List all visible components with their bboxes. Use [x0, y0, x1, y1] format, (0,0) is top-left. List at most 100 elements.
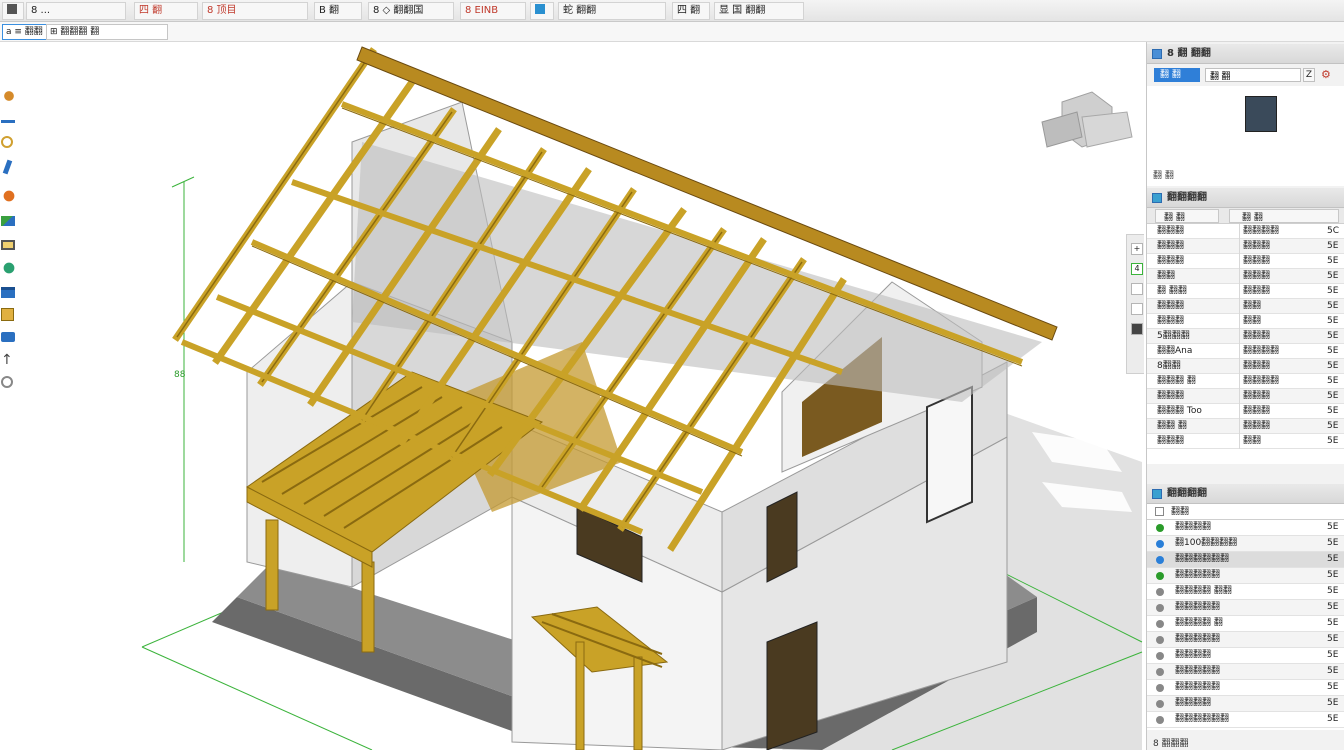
navigation-strip: + 4: [1126, 234, 1144, 374]
property-row[interactable]: 翻翻翻翻翻5E: [1147, 314, 1344, 329]
component-name: 翻翻翻翻 翻翻: [1175, 586, 1232, 596]
toolbar-open-button[interactable]: 8 ...: [26, 2, 126, 20]
filter-checkbox[interactable]: [1155, 507, 1164, 516]
nav-fit-button[interactable]: [1131, 283, 1143, 295]
component-name: 翻翻翻翻: [1175, 650, 1212, 660]
component-type-icon: [1156, 588, 1164, 596]
3d-viewport[interactable]: 88 + 4: [22, 42, 1144, 750]
property-value: 翻翻翻翻: [1239, 374, 1319, 389]
library-search-input[interactable]: [1205, 68, 1301, 82]
toolbar-render-button[interactable]: 8 EINB: [460, 2, 526, 20]
toolbar-file-button[interactable]: [2, 2, 24, 20]
toolbar-save-button[interactable]: 四 翻: [134, 2, 198, 20]
property-row[interactable]: 翻翻翻翻翻5E: [1147, 434, 1344, 449]
component-type-icon: [1156, 652, 1164, 660]
component-row[interactable]: 翻翻翻翻翻翻 5E: [1147, 712, 1344, 728]
door-icon[interactable]: [1, 284, 17, 300]
property-row[interactable]: 翻翻 翻 翻翻翻 5E: [1147, 419, 1344, 434]
component-row[interactable]: 翻翻翻翻翻 5E: [1147, 632, 1344, 648]
properties-header-value[interactable]: 翻 翻: [1229, 209, 1339, 223]
globe-icon[interactable]: [1, 260, 17, 276]
component-row[interactable]: 翻翻翻翻翻翻 5E: [1147, 552, 1344, 568]
component-name: 翻翻翻翻翻: [1175, 602, 1221, 612]
property-row[interactable]: 5翻翻翻 翻翻翻 5E: [1147, 329, 1344, 344]
property-row[interactable]: 8翻翻 翻翻翻 5E: [1147, 359, 1344, 374]
property-row[interactable]: 翻翻翻翻翻5E: [1147, 299, 1344, 314]
component-row[interactable]: 翻翻翻翻翻 5E: [1147, 600, 1344, 616]
component-name: 翻100翻翻翻翻: [1175, 538, 1238, 548]
property-row[interactable]: 翻翻翻 翻翻翻翻 5C: [1147, 224, 1344, 239]
orbit-icon[interactable]: [1, 376, 13, 388]
component-name: 翻翻翻翻: [1175, 698, 1212, 708]
component-extra: 5E: [1327, 666, 1339, 676]
toolbar-edit-button[interactable]: 8 顶目: [202, 2, 308, 20]
property-extra: 5E: [1327, 331, 1339, 341]
property-extra: 5E: [1327, 436, 1339, 446]
toolbar-blue-button[interactable]: [530, 2, 554, 20]
component-extra: 5E: [1327, 570, 1339, 580]
component-row[interactable]: 翻翻翻翻 5E: [1147, 520, 1344, 536]
window-icon[interactable]: [1, 306, 17, 322]
component-type-icon: [1156, 684, 1164, 692]
component-extra: 5E: [1327, 586, 1339, 596]
component-extra: 5E: [1327, 634, 1339, 644]
library-clear-button[interactable]: Z: [1303, 68, 1315, 82]
pencil-icon[interactable]: [1, 159, 17, 176]
property-row[interactable]: 翻翻翻翻翻5E: [1147, 269, 1344, 284]
object-icon[interactable]: [1, 328, 17, 344]
library-tab-button[interactable]: 翻 翻: [1154, 68, 1200, 82]
nav-orbit-button[interactable]: [1131, 303, 1143, 315]
beam-icon[interactable]: [1, 114, 17, 130]
component-row[interactable]: 翻翻翻翻翻 5E: [1147, 664, 1344, 680]
component-row[interactable]: 翻翻翻翻 翻 5E: [1147, 616, 1344, 632]
nav-zoom-button[interactable]: +: [1131, 243, 1143, 255]
property-extra: 5E: [1327, 406, 1339, 416]
component-type-icon: [1156, 556, 1164, 564]
component-type-icon: [1156, 668, 1164, 676]
stair-icon[interactable]: [1, 212, 17, 228]
property-row[interactable]: 翻翻翻 翻翻翻 5E: [1147, 254, 1344, 269]
property-extra: 5E: [1327, 286, 1339, 296]
roof-icon[interactable]: [1, 188, 17, 204]
wall-icon[interactable]: [1, 88, 17, 104]
component-row[interactable]: 翻翻翻翻翻 5E: [1147, 680, 1344, 696]
property-row[interactable]: 翻翻翻 翻 翻翻翻翻 5E: [1147, 374, 1344, 389]
component-row[interactable]: 翻翻翻翻 5E: [1147, 648, 1344, 664]
nav-pan-button[interactable]: 4: [1131, 263, 1143, 275]
property-extra: 5E: [1327, 316, 1339, 326]
property-row[interactable]: 翻 翻翻 翻翻翻 5E: [1147, 284, 1344, 299]
properties-header-name[interactable]: 翻 翻: [1155, 209, 1219, 223]
component-row[interactable]: 翻翻翻翻 5E: [1147, 696, 1344, 712]
component-row[interactable]: 翻翻翻翻翻 5E: [1147, 568, 1344, 584]
arrow-icon[interactable]: ↑: [1, 352, 17, 368]
property-name: 翻翻翻: [1157, 391, 1185, 401]
toolbar-layer-button[interactable]: B 翻: [314, 2, 362, 20]
property-row[interactable]: 翻翻Ana 翻翻翻翻 5E: [1147, 344, 1344, 359]
property-row[interactable]: 翻翻翻 Too 翻翻翻 5E: [1147, 404, 1344, 419]
property-name: 翻翻翻: [1157, 316, 1185, 326]
component-type-icon: [1156, 716, 1164, 724]
property-extra: 5E: [1327, 256, 1339, 266]
toolbar-tools-button[interactable]: 蛇 翻翻: [558, 2, 666, 20]
nav-walk-button[interactable]: [1131, 323, 1143, 335]
property-row[interactable]: 翻翻翻 翻翻翻 5E: [1147, 389, 1344, 404]
components-icon: [1152, 489, 1162, 499]
property-extra: 5E: [1327, 361, 1339, 371]
property-row[interactable]: 翻翻翻 翻翻翻 5E: [1147, 239, 1344, 254]
library-settings-icon[interactable]: ⚙: [1321, 68, 1335, 82]
tab-project[interactable]: ⊞ 翻翻翻 翻: [46, 24, 168, 40]
component-type-icon: [1156, 572, 1164, 580]
component-name: 翻翻翻翻: [1175, 522, 1212, 532]
slab-icon[interactable]: [1, 236, 17, 252]
component-extra: 5E: [1327, 538, 1339, 548]
component-row[interactable]: 翻100翻翻翻翻 5E: [1147, 536, 1344, 552]
library-item-thumbnail[interactable]: [1245, 96, 1277, 132]
components-table: 翻翻翻翻 5E 翻100翻翻翻翻 5E 翻翻翻翻翻翻 5E 翻翻翻翻翻 5E 翻翻翻翻 翻翻 5E…: [1147, 520, 1344, 730]
toolbar-window-button[interactable]: 显 国 翻翻: [714, 2, 804, 20]
toolbar-display-button[interactable]: 8 ◇ 翻翻国: [368, 2, 454, 20]
column-icon[interactable]: [1, 136, 13, 148]
component-type-icon: [1156, 524, 1164, 532]
property-value: 翻翻翻: [1239, 284, 1319, 299]
component-row[interactable]: 翻翻翻翻 翻翻 5E: [1147, 584, 1344, 600]
toolbar-help-button[interactable]: 四 翻: [672, 2, 710, 20]
